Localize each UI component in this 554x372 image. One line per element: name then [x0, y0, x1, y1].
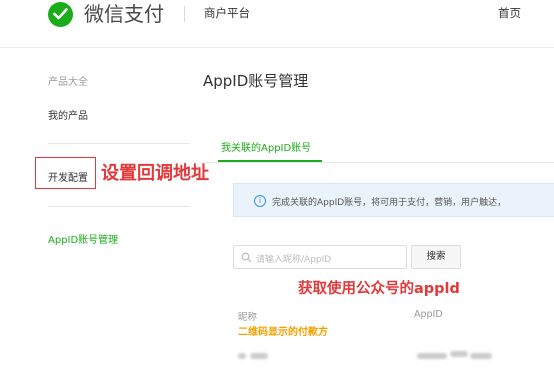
sidebar-divider [48, 206, 190, 207]
redacted-nickname [250, 353, 268, 359]
brand-name: 微信支付 [84, 2, 164, 26]
highlight-box-dev-config [35, 157, 96, 189]
info-notice: i 完成关联的AppID账号，将可用于支付，营销，用户触达， [233, 183, 554, 217]
redacted-appid [470, 353, 492, 359]
search-button[interactable]: 搜索 [411, 245, 461, 269]
home-link[interactable]: 首页 [498, 5, 521, 21]
sidebar-divider [48, 143, 190, 144]
search-placeholder: 请输入昵称/AppID [256, 255, 332, 265]
sidebar-category: 产品大全 [48, 77, 88, 88]
sidebar-item-appid-management[interactable]: AppID账号管理 [48, 231, 118, 246]
annotation-get-appid: 获取使用公众号的appld [298, 281, 460, 297]
annotation-callback-url: 设置回调地址 [101, 163, 209, 184]
wechat-pay-logo-icon [48, 2, 73, 27]
platform-name: 商户平台 [204, 6, 250, 20]
sidebar: 产品大全 我的产品 开发配置 AppID账号管理 [0, 48, 190, 372]
tab-linked-appid[interactable]: 我关联的AppID账号 [221, 139, 311, 154]
info-icon: i [254, 195, 266, 207]
redacted-appid [417, 353, 447, 359]
search-input[interactable]: 请输入昵称/AppID [233, 245, 407, 269]
top-bar: 微信支付 商户平台 首页 [0, 0, 554, 48]
sidebar-item-my-products[interactable]: 我的产品 [48, 107, 88, 122]
tab-bar-line [203, 162, 554, 163]
redacted-nickname [238, 353, 246, 359]
annotation-qr-payee: 二维码显示的付款方 [238, 327, 328, 338]
page-title: AppID账号管理 [203, 72, 309, 90]
header-divider [184, 6, 185, 22]
search-icon [241, 252, 252, 263]
notice-text: 完成关联的AppID账号，将可用于支付，营销，用户触达， [272, 198, 507, 208]
column-header-appid: AppID [414, 309, 443, 320]
redacted-appid [450, 351, 468, 357]
column-header-nickname: 昵称 [238, 312, 258, 323]
